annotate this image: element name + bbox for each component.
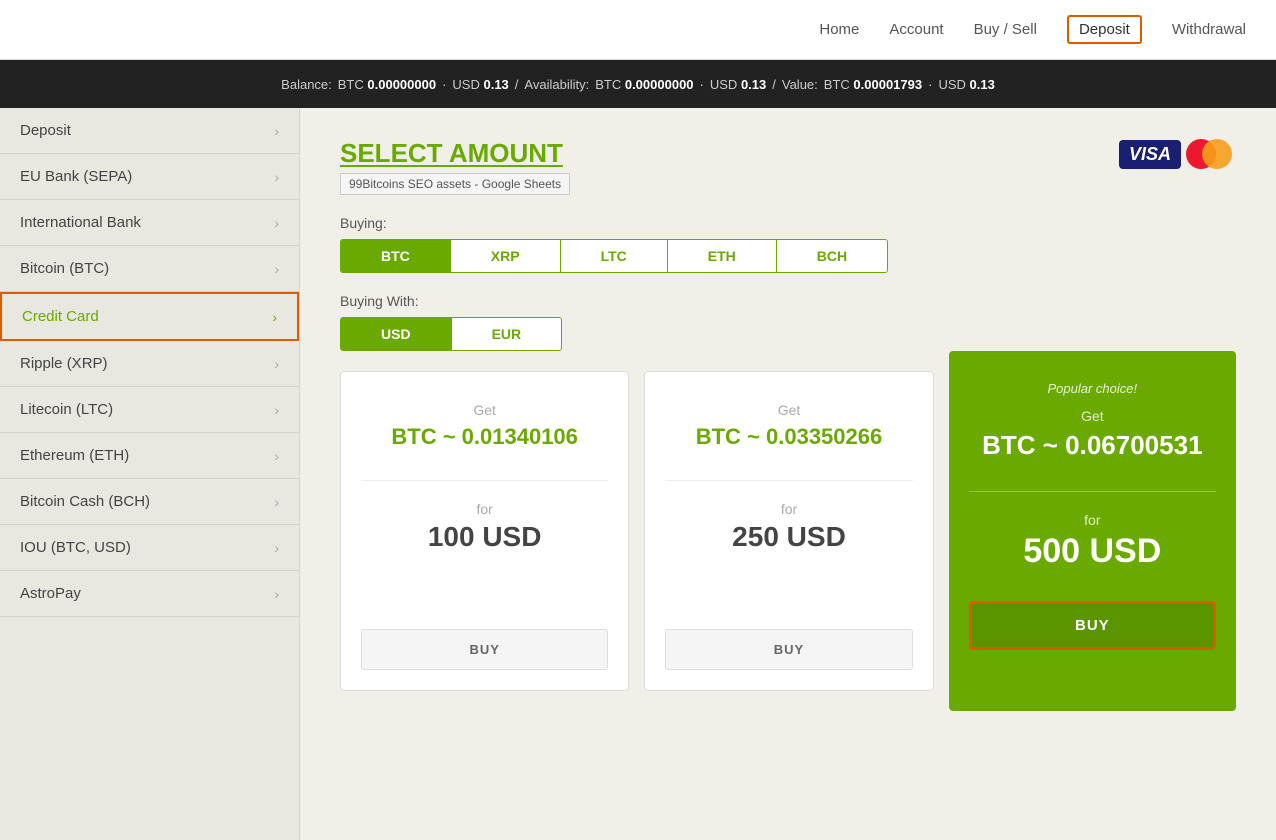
currency-tab-group: USD EUR	[340, 317, 562, 351]
chevron-icon: ›	[272, 309, 277, 325]
sidebar-item-deposit[interactable]: Deposit ›	[0, 108, 299, 154]
section-header: SELECT AMOUNT 99Bitcoins SEO assets - Go…	[340, 138, 1236, 195]
value-label: Value:	[782, 77, 818, 92]
avail-usd: USD 0.13	[710, 77, 766, 92]
top-nav: Home Account Buy / Sell Deposit Withdraw…	[0, 0, 1276, 60]
title-area: SELECT AMOUNT 99Bitcoins SEO assets - Go…	[340, 138, 570, 195]
for-label-2: for	[781, 501, 797, 517]
tab-btc[interactable]: BTC	[341, 240, 451, 272]
btc-amount-1: BTC ~ 0.01340106	[391, 424, 578, 450]
buy-button-2[interactable]: BUY	[665, 629, 912, 670]
tooltip-label: 99Bitcoins SEO assets - Google Sheets	[340, 173, 570, 195]
buying-with-label: Buying With:	[340, 293, 1236, 309]
price-card-100: Get BTC ~ 0.01340106 for 100 USD BUY	[340, 371, 629, 691]
divider-1	[361, 480, 608, 481]
tab-ltc[interactable]: LTC	[561, 240, 668, 272]
tab-xrp[interactable]: XRP	[451, 240, 561, 272]
buy-button-1[interactable]: BUY	[361, 629, 608, 670]
tab-eur[interactable]: EUR	[452, 318, 562, 350]
value-btc: BTC 0.00001793	[824, 77, 922, 92]
nav-account[interactable]: Account	[889, 21, 943, 38]
visa-logo: VISA	[1119, 140, 1181, 169]
mastercard-logo	[1186, 138, 1236, 170]
sidebar-item-iou[interactable]: IOU (BTC, USD) ›	[0, 525, 299, 571]
nav-withdrawal[interactable]: Withdrawal	[1172, 21, 1246, 38]
chevron-icon: ›	[274, 123, 279, 139]
divider-3	[969, 491, 1216, 492]
content-area: SELECT AMOUNT 99Bitcoins SEO assets - Go…	[300, 108, 1276, 840]
chevron-icon: ›	[274, 586, 279, 602]
tab-usd[interactable]: USD	[341, 318, 452, 350]
price-card-250: Get BTC ~ 0.03350266 for 250 USD BUY	[644, 371, 933, 691]
sidebar-item-eu-bank[interactable]: EU Bank (SEPA) ›	[0, 154, 299, 200]
balance-usd: USD 0.13	[452, 77, 508, 92]
usd-amount-2: 250 USD	[732, 521, 846, 553]
nav-deposit[interactable]: Deposit	[1067, 15, 1142, 44]
sidebar-item-bitcoin-cash[interactable]: Bitcoin Cash (BCH) ›	[0, 479, 299, 525]
nav-buy-sell[interactable]: Buy / Sell	[974, 21, 1037, 38]
payment-logos: VISA	[1119, 138, 1236, 170]
divider-2	[665, 480, 912, 481]
tab-bch[interactable]: BCH	[777, 240, 887, 272]
chevron-icon: ›	[274, 494, 279, 510]
price-card-500-popular: Popular choice! Get BTC ~ 0.06700531 for…	[949, 351, 1236, 711]
get-label-1: Get	[473, 402, 496, 418]
availability-label: Availability:	[524, 77, 589, 92]
sidebar-item-astropay[interactable]: AstroPay ›	[0, 571, 299, 617]
buying-label: Buying:	[340, 215, 1236, 231]
nav-home[interactable]: Home	[819, 21, 859, 38]
sidebar-item-litecoin[interactable]: Litecoin (LTC) ›	[0, 387, 299, 433]
sidebar-item-bitcoin[interactable]: Bitcoin (BTC) ›	[0, 246, 299, 292]
page-title: SELECT AMOUNT	[340, 138, 570, 169]
balance-label: Balance:	[281, 77, 332, 92]
popular-label: Popular choice!	[1048, 381, 1138, 396]
for-label-1: for	[476, 501, 492, 517]
avail-btc: BTC 0.00000000	[595, 77, 693, 92]
chevron-icon: ›	[274, 169, 279, 185]
chevron-icon: ›	[274, 261, 279, 277]
btc-amount-2: BTC ~ 0.03350266	[696, 424, 883, 450]
sidebar: Deposit › EU Bank (SEPA) › International…	[0, 108, 300, 840]
balance-bar: Balance: BTC 0.00000000 · USD 0.13 / Ava…	[0, 60, 1276, 108]
sidebar-item-ripple[interactable]: Ripple (XRP) ›	[0, 341, 299, 387]
buy-button-3[interactable]: BUY	[969, 601, 1216, 650]
chevron-icon: ›	[274, 215, 279, 231]
price-cards: Get BTC ~ 0.01340106 for 100 USD BUY Get…	[340, 371, 1236, 711]
usd-amount-1: 100 USD	[428, 521, 542, 553]
chevron-icon: ›	[274, 402, 279, 418]
main-layout: Deposit › EU Bank (SEPA) › International…	[0, 108, 1276, 840]
mc-circle-orange	[1202, 139, 1232, 169]
sidebar-item-ethereum[interactable]: Ethereum (ETH) ›	[0, 433, 299, 479]
btc-amount-3: BTC ~ 0.06700531	[982, 430, 1202, 461]
get-label-3: Get	[1081, 408, 1104, 424]
sidebar-item-credit-card[interactable]: Credit Card ›	[0, 292, 299, 341]
for-label-3: for	[1084, 512, 1100, 528]
chevron-icon: ›	[274, 540, 279, 556]
tab-eth[interactable]: ETH	[668, 240, 777, 272]
chevron-icon: ›	[274, 448, 279, 464]
buying-tab-group: BTC XRP LTC ETH BCH	[340, 239, 888, 273]
get-label-2: Get	[778, 402, 801, 418]
chevron-icon: ›	[274, 356, 279, 372]
value-usd: USD 0.13	[938, 77, 994, 92]
usd-amount-3: 500 USD	[1023, 532, 1161, 571]
sidebar-item-intl-bank[interactable]: International Bank ›	[0, 200, 299, 246]
balance-currency: BTC 0.00000000	[338, 77, 436, 92]
